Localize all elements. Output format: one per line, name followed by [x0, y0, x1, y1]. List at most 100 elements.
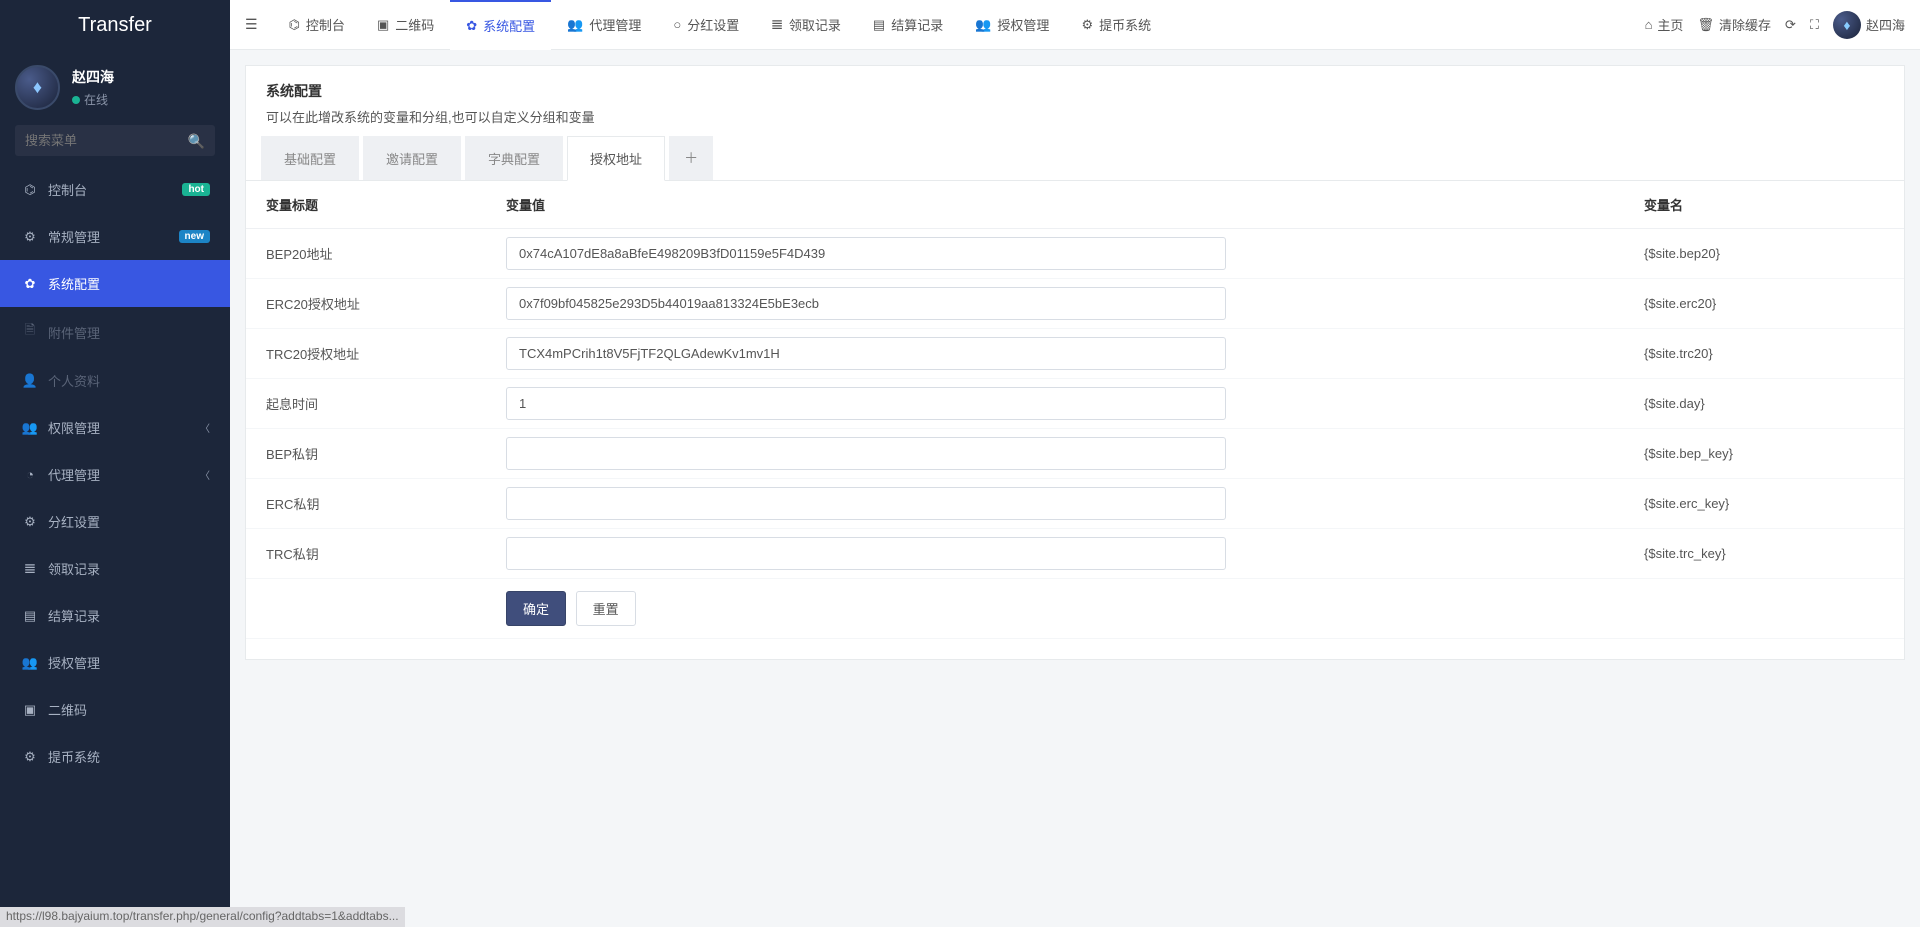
refresh-icon: ⟳	[1785, 17, 1796, 33]
menu-icon: 🗎	[20, 321, 40, 343]
table-row: ERC20授权地址{$site.erc20}	[246, 279, 1904, 329]
fullscreen-icon: ⛶	[1810, 17, 1819, 33]
sidebar-item-8[interactable]: 𝌆领取记录	[0, 545, 230, 592]
menu-label: 常规管理	[48, 227, 179, 246]
config-panel: 系统配置 可以在此增改系统的变量和分组,也可以自定义分组和变量 基础配置邀请配置…	[245, 65, 1905, 660]
tab-2[interactable]: 字典配置	[465, 136, 563, 180]
row-value-input[interactable]	[506, 337, 1226, 370]
sidebar-item-7[interactable]: ⚙ 分红设置	[0, 498, 230, 545]
topnav-item-7[interactable]: 👥 授权管理	[959, 0, 1065, 49]
topnav-item-8[interactable]: ⚙提币系统	[1065, 0, 1167, 49]
chevron-left-icon: 〈	[200, 467, 210, 482]
menu-label: 系统配置	[48, 274, 210, 293]
row-value-input[interactable]	[506, 237, 1226, 270]
menu-icon: ⚙	[20, 749, 40, 765]
sidebar-item-0[interactable]: ⌬控制台hot	[0, 166, 230, 213]
topnav-item-4[interactable]: ○分红设置	[657, 0, 755, 49]
sidebar-item-11[interactable]: ▣二维码	[0, 686, 230, 733]
user-menu[interactable]: ♦赵四海	[1833, 11, 1905, 39]
sidebar-search: 🔍	[15, 125, 215, 156]
topnav-item-5[interactable]: 𝌆领取记录	[755, 0, 857, 49]
row-title: ERC私钥	[246, 479, 496, 529]
row-title: ERC20授权地址	[246, 279, 496, 329]
tab-0[interactable]: 基础配置	[261, 136, 359, 180]
topnav-label: 系统配置	[483, 16, 535, 35]
hamburger-icon[interactable]: ☰	[245, 16, 258, 33]
search-icon[interactable]: 🔍	[188, 133, 205, 150]
row-varname: {$site.bep_key}	[1634, 429, 1904, 479]
menu-icon: ◔	[20, 467, 40, 482]
topnav-icon: 𝌆	[771, 17, 783, 33]
topnav-item-3[interactable]: 👥代理管理	[551, 0, 657, 49]
topnav-icon: ⚙	[1081, 17, 1093, 33]
brand-logo: Transfer	[0, 0, 230, 50]
home-link[interactable]: ⌂主页	[1645, 15, 1684, 34]
topnav-icon: ⌬	[289, 17, 300, 33]
profile-status-text: 在线	[84, 91, 108, 108]
topnav-label: 授权管理	[997, 15, 1049, 34]
topnav-item-0[interactable]: ⌬控制台	[273, 0, 361, 49]
topnav-item-1[interactable]: ▣二维码	[361, 0, 450, 49]
statusbar: https://l98.bajyaium.top/transfer.php/ge…	[0, 907, 405, 927]
sidebar-item-1[interactable]: ⚙常规管理new	[0, 213, 230, 260]
user-menu-label: 赵四海	[1866, 15, 1905, 34]
table-row: 起息时间{$site.day}	[246, 379, 1904, 429]
tab-3[interactable]: 授权地址	[567, 136, 665, 181]
table-row: BEP私钥{$site.bep_key}	[246, 429, 1904, 479]
menu-icon: 👤	[20, 373, 40, 389]
topnav-icon: 👥	[975, 17, 991, 33]
row-varname: {$site.bep20}	[1634, 229, 1904, 279]
menu-icon: 👥	[20, 655, 40, 671]
row-value-input[interactable]	[506, 437, 1226, 470]
home-icon: ⌂	[1645, 17, 1653, 32]
sidebar-item-5[interactable]: 👥 权限管理〈	[0, 404, 230, 451]
sidebar-item-10[interactable]: 👥 授权管理	[0, 639, 230, 686]
sidebar-item-6[interactable]: ◔ 代理管理〈	[0, 451, 230, 498]
ethereum-icon: ♦	[33, 77, 42, 98]
menu-label: 授权管理	[48, 653, 210, 672]
menu-badge: hot	[182, 183, 210, 196]
sidebar-item-12[interactable]: ⚙ 提币系统	[0, 733, 230, 780]
refresh-button[interactable]: ⟳	[1785, 17, 1796, 33]
topnav-label: 结算记录	[891, 15, 943, 34]
menu-label: 提币系统	[48, 747, 210, 766]
sidebar-item-4[interactable]: 👤个人资料	[0, 357, 230, 404]
table-row: TRC20授权地址{$site.trc20}	[246, 329, 1904, 379]
menu-badge: new	[179, 230, 210, 243]
row-varname: {$site.erc_key}	[1634, 479, 1904, 529]
fullscreen-button[interactable]: ⛶	[1810, 17, 1819, 33]
config-table: 变量标题 变量值 变量名 BEP20地址{$site.bep20}ERC20授权…	[246, 181, 1904, 639]
menu-label: 分红设置	[48, 512, 210, 531]
menu-label: 代理管理	[48, 465, 200, 484]
menu-icon: 👥	[20, 420, 40, 436]
sidebar-item-3[interactable]: 🗎 附件管理	[0, 307, 230, 357]
col-header-value: 变量值	[496, 181, 1634, 229]
reset-button[interactable]: 重置	[576, 591, 636, 626]
menu-icon: ⚙	[20, 514, 40, 530]
menu-label: 附件管理	[48, 323, 210, 342]
clear-cache-link[interactable]: 🗑清除缓存	[1697, 15, 1771, 34]
sidebar-item-9[interactable]: ▤结算记录	[0, 592, 230, 639]
tab-add[interactable]: ＋	[669, 136, 713, 180]
chevron-left-icon: 〈	[200, 420, 210, 435]
profile-status: 在线	[72, 91, 114, 108]
row-value-input[interactable]	[506, 537, 1226, 570]
row-title: TRC20授权地址	[246, 329, 496, 379]
row-value-input[interactable]	[506, 287, 1226, 320]
row-title: TRC私钥	[246, 529, 496, 579]
tab-1[interactable]: 邀请配置	[363, 136, 461, 180]
search-input[interactable]	[15, 125, 215, 156]
topnav-icon: ✿	[466, 18, 477, 34]
menu-label: 权限管理	[48, 418, 200, 437]
sidebar-item-2[interactable]: ✿系统配置	[0, 260, 230, 307]
row-value-input[interactable]	[506, 387, 1226, 420]
row-value-input[interactable]	[506, 487, 1226, 520]
ok-button[interactable]: 确定	[506, 591, 566, 626]
col-header-title: 变量标题	[246, 181, 496, 229]
panel-title: 系统配置	[266, 81, 1884, 101]
row-varname: {$site.day}	[1634, 379, 1904, 429]
topnav-icon: ▣	[377, 17, 389, 33]
topnav-item-6[interactable]: ▤结算记录	[857, 0, 959, 49]
topnav-item-2[interactable]: ✿ 系统配置	[450, 0, 551, 49]
menu-icon: ▣	[20, 702, 40, 718]
